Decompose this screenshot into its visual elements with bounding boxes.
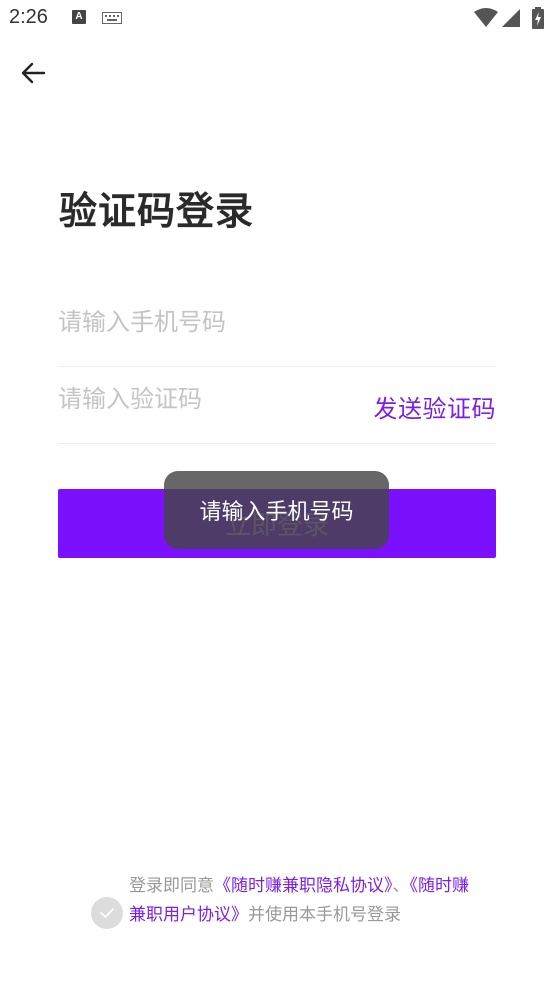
page-title: 验证码登录	[59, 189, 255, 233]
signal-icon	[502, 9, 520, 27]
phone-field-row	[58, 290, 496, 367]
agreement-text: 登录即同意《随时赚兼职隐私协议》、《随时赚兼职用户协议》并使用本手机号登录	[129, 872, 469, 930]
status-time: 2:26	[9, 6, 48, 28]
status-bar: 2:26 A	[0, 0, 554, 38]
a-notification-icon: A	[72, 10, 86, 24]
check-icon	[100, 908, 114, 918]
privacy-agreement-link[interactable]: 《随时赚兼职隐私协议》	[214, 876, 393, 896]
agreement-suffix: 并使用本手机号登录	[248, 905, 401, 925]
code-field-row: 发送验证码	[58, 367, 496, 444]
arrow-left-icon	[21, 62, 46, 84]
battery-icon	[532, 7, 544, 29]
agree-checkbox[interactable]	[91, 897, 123, 929]
wifi-icon	[474, 8, 498, 27]
toast-message: 请输入手机号码	[164, 471, 389, 549]
send-code-button[interactable]: 发送验证码	[374, 389, 497, 424]
keyboard-icon	[102, 12, 122, 24]
phone-input[interactable]	[58, 304, 358, 340]
verification-code-input[interactable]	[58, 381, 358, 417]
back-button[interactable]	[16, 56, 52, 92]
agreement-prefix: 登录即同意	[129, 876, 214, 896]
agreement-separator: 、	[392, 876, 410, 896]
